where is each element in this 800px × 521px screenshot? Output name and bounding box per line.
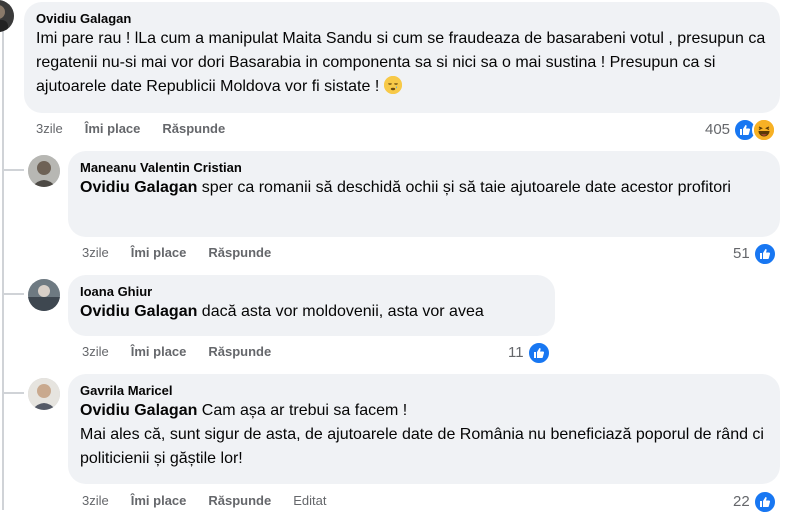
thread-connector-3 bbox=[2, 392, 24, 394]
reaction-summary[interactable]: 51 bbox=[733, 242, 777, 266]
like-button[interactable]: Îmi place bbox=[131, 493, 187, 509]
comment-bubble: Ioana Ghiur Ovidiu Galagan dacă asta vor… bbox=[68, 275, 555, 336]
comment-text: Ovidiu Galagan Cam așa ar trebui sa face… bbox=[80, 399, 768, 423]
haha-reaction-icon bbox=[752, 118, 777, 142]
like-button[interactable]: Îmi place bbox=[131, 344, 187, 360]
comment-text-continued: Mai ales că, sunt sigur de asta, de ajut… bbox=[80, 426, 764, 467]
comment-time[interactable]: 3zile bbox=[36, 121, 63, 137]
comment-text: Imi pare rau ! lLa cum a manipulat Maita… bbox=[36, 27, 768, 99]
comment-author[interactable]: Maneanu Valentin Cristian bbox=[80, 159, 768, 176]
mention-link[interactable]: Ovidiu Galagan bbox=[80, 402, 197, 419]
like-reaction-icon bbox=[526, 341, 551, 365]
comment-time[interactable]: 3zile bbox=[82, 344, 109, 360]
like-button[interactable]: Îmi place bbox=[131, 245, 187, 261]
comment-time[interactable]: 3zile bbox=[82, 493, 109, 509]
sleepy-face-emoji-icon bbox=[383, 76, 402, 94]
mention-link[interactable]: Ovidiu Galagan bbox=[80, 303, 197, 320]
thread-line-vertical bbox=[2, 30, 4, 510]
comment-body: dacă asta vor moldovenii, asta vor avea bbox=[197, 303, 484, 320]
reply-button[interactable]: Răspunde bbox=[208, 245, 271, 261]
like-reaction-icon bbox=[752, 242, 777, 266]
reply-button[interactable]: Răspunde bbox=[162, 121, 225, 137]
comment-actions: 3zile Îmi place Răspunde Editat bbox=[82, 493, 326, 509]
comment-body: sper ca romanii să deschidă ochii și să … bbox=[197, 179, 731, 196]
edited-label[interactable]: Editat bbox=[293, 493, 326, 509]
comment-text: Ovidiu Galagan dacă asta vor moldovenii,… bbox=[80, 300, 543, 324]
avatar[interactable] bbox=[28, 155, 60, 187]
comment-time[interactable]: 3zile bbox=[82, 245, 109, 261]
comment-bubble: Gavrila Maricel Ovidiu Galagan Cam așa a… bbox=[68, 374, 780, 484]
reaction-count: 51 bbox=[733, 245, 750, 262]
avatar[interactable] bbox=[28, 279, 60, 311]
comment-author[interactable]: Ovidiu Galagan bbox=[36, 10, 768, 27]
comment-actions: 3zile Îmi place Răspunde bbox=[36, 121, 225, 137]
reaction-count: 22 bbox=[733, 493, 750, 510]
reaction-summary[interactable]: 405 bbox=[705, 118, 777, 142]
comment-actions: 3zile Îmi place Răspunde bbox=[82, 245, 271, 261]
comment-body: Cam așa ar trebui sa facem ! bbox=[197, 402, 408, 419]
avatar[interactable] bbox=[28, 378, 60, 410]
comment-bubble: Ovidiu Galagan Imi pare rau ! lLa cum a … bbox=[24, 2, 780, 113]
comment-actions: 3zile Îmi place Răspunde bbox=[82, 344, 271, 360]
thread-connector-1 bbox=[2, 169, 24, 171]
comment-author[interactable]: Ioana Ghiur bbox=[80, 283, 543, 300]
avatar[interactable] bbox=[0, 0, 14, 32]
reaction-count: 405 bbox=[705, 121, 731, 138]
reaction-count: 11 bbox=[508, 344, 524, 361]
reply-button[interactable]: Răspunde bbox=[208, 344, 271, 360]
comment-text: Ovidiu Galagan sper ca romanii să deschi… bbox=[80, 176, 768, 200]
reply-button[interactable]: Răspunde bbox=[208, 493, 271, 509]
comment-author[interactable]: Gavrila Maricel bbox=[80, 382, 768, 399]
like-reaction-icon bbox=[752, 490, 777, 514]
reaction-summary[interactable]: 11 bbox=[508, 341, 551, 365]
comment-bubble: Maneanu Valentin Cristian Ovidiu Galagan… bbox=[68, 151, 780, 237]
like-button[interactable]: Îmi place bbox=[85, 121, 141, 137]
mention-link[interactable]: Ovidiu Galagan bbox=[80, 179, 197, 196]
reaction-summary[interactable]: 22 bbox=[733, 490, 777, 514]
thread-connector-2 bbox=[2, 293, 24, 295]
